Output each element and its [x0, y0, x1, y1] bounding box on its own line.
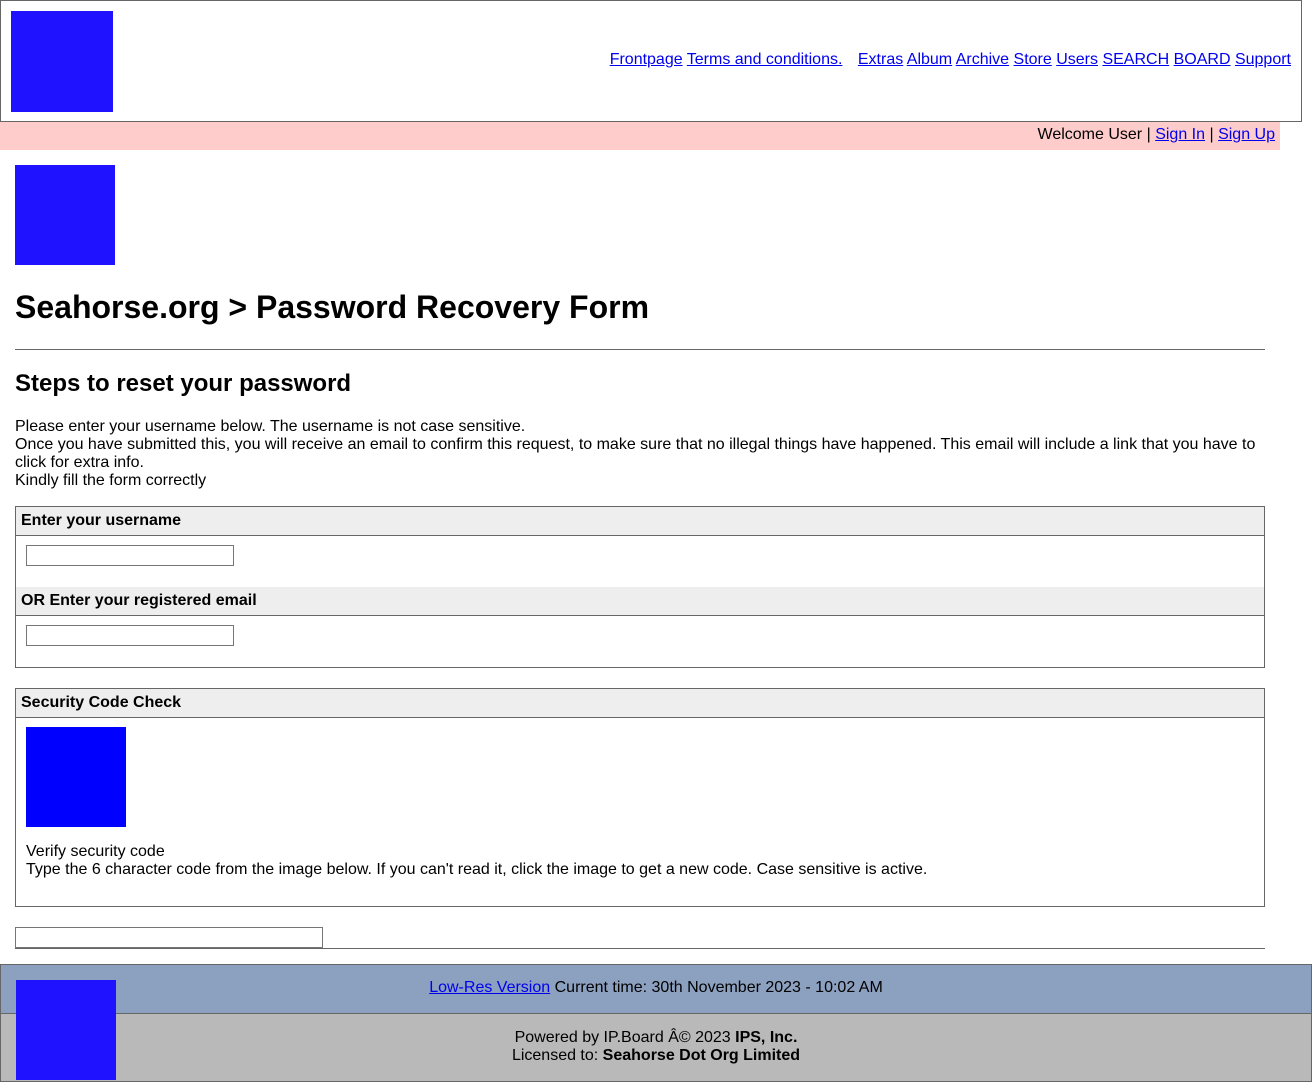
- nav-link-users[interactable]: Users: [1056, 51, 1098, 68]
- instruction-line: Please enter your username below. The us…: [15, 418, 526, 435]
- top-navigation: Frontpage Terms and conditions. Extras A…: [610, 51, 1291, 69]
- security-label: Security Code Check: [16, 689, 1264, 718]
- nav-link-frontpage[interactable]: Frontpage: [610, 51, 683, 68]
- nav-link-board[interactable]: BOARD: [1174, 51, 1231, 68]
- footer-copyright: Powered by IP.Board Â© 2023 IPS, Inc. Li…: [0, 1013, 1312, 1082]
- nav-link-support[interactable]: Support: [1235, 51, 1291, 68]
- instruction-line: Kindly fill the form correctly: [15, 472, 207, 489]
- site-logo[interactable]: [11, 11, 113, 112]
- user-bar: Welcome User | Sign In | Sign Up: [0, 122, 1280, 150]
- board-logo: [15, 165, 115, 265]
- sign-up-link[interactable]: Sign Up: [1218, 126, 1275, 143]
- powered-by-company: IPS, Inc.: [735, 1029, 798, 1046]
- instruction-line: Once you have submitted this, you will r…: [15, 436, 1256, 471]
- nav-link-store[interactable]: Store: [1014, 51, 1052, 68]
- email-input[interactable]: [26, 625, 234, 646]
- nav-link-album[interactable]: Album: [907, 51, 952, 68]
- username-input[interactable]: [26, 545, 234, 566]
- nav-link-archive[interactable]: Archive: [956, 51, 1009, 68]
- divider: [15, 948, 1265, 949]
- separator: |: [1146, 126, 1151, 143]
- current-time: Current time: 30th November 2023 - 10:02…: [554, 979, 883, 996]
- page-title: Seahorse.org > Password Recovery Form: [15, 289, 650, 325]
- username-label: Enter your username: [16, 507, 1264, 536]
- separator: |: [1209, 126, 1214, 143]
- low-res-link[interactable]: Low-Res Version: [429, 979, 550, 996]
- captcha-image[interactable]: [26, 727, 126, 827]
- sign-in-link[interactable]: Sign In: [1155, 126, 1205, 143]
- instructions: Please enter your username below. The us…: [15, 418, 1265, 490]
- licensed-text: Licensed to:: [511, 1047, 599, 1064]
- steps-heading: Steps to reset your password: [15, 370, 352, 397]
- email-label: OR Enter your registered email: [16, 587, 1264, 616]
- welcome-text: Welcome User: [1037, 126, 1143, 143]
- verify-instructions: Type the 6 character code from the image…: [26, 861, 928, 878]
- licensed-company: Seahorse Dot Org Limited: [602, 1047, 801, 1064]
- footer-logo: [16, 980, 116, 1080]
- account-lookup-form: Enter your username OR Enter your regist…: [15, 506, 1265, 668]
- security-code-input[interactable]: [15, 927, 323, 948]
- site-header: Frontpage Terms and conditions. Extras A…: [0, 0, 1302, 122]
- divider: [15, 349, 1265, 350]
- verify-title: Verify security code: [26, 843, 165, 860]
- security-code-section: Security Code Check Verify security code…: [15, 688, 1265, 907]
- nav-link-extras[interactable]: Extras: [858, 51, 903, 68]
- nav-link-terms[interactable]: Terms and conditions.: [687, 51, 843, 68]
- footer-info-bar: Low-Res Version Current time: 30th Novem…: [0, 964, 1312, 1014]
- powered-by-text: Powered by IP.Board Â© 2023: [514, 1029, 731, 1046]
- nav-link-search[interactable]: SEARCH: [1102, 51, 1169, 68]
